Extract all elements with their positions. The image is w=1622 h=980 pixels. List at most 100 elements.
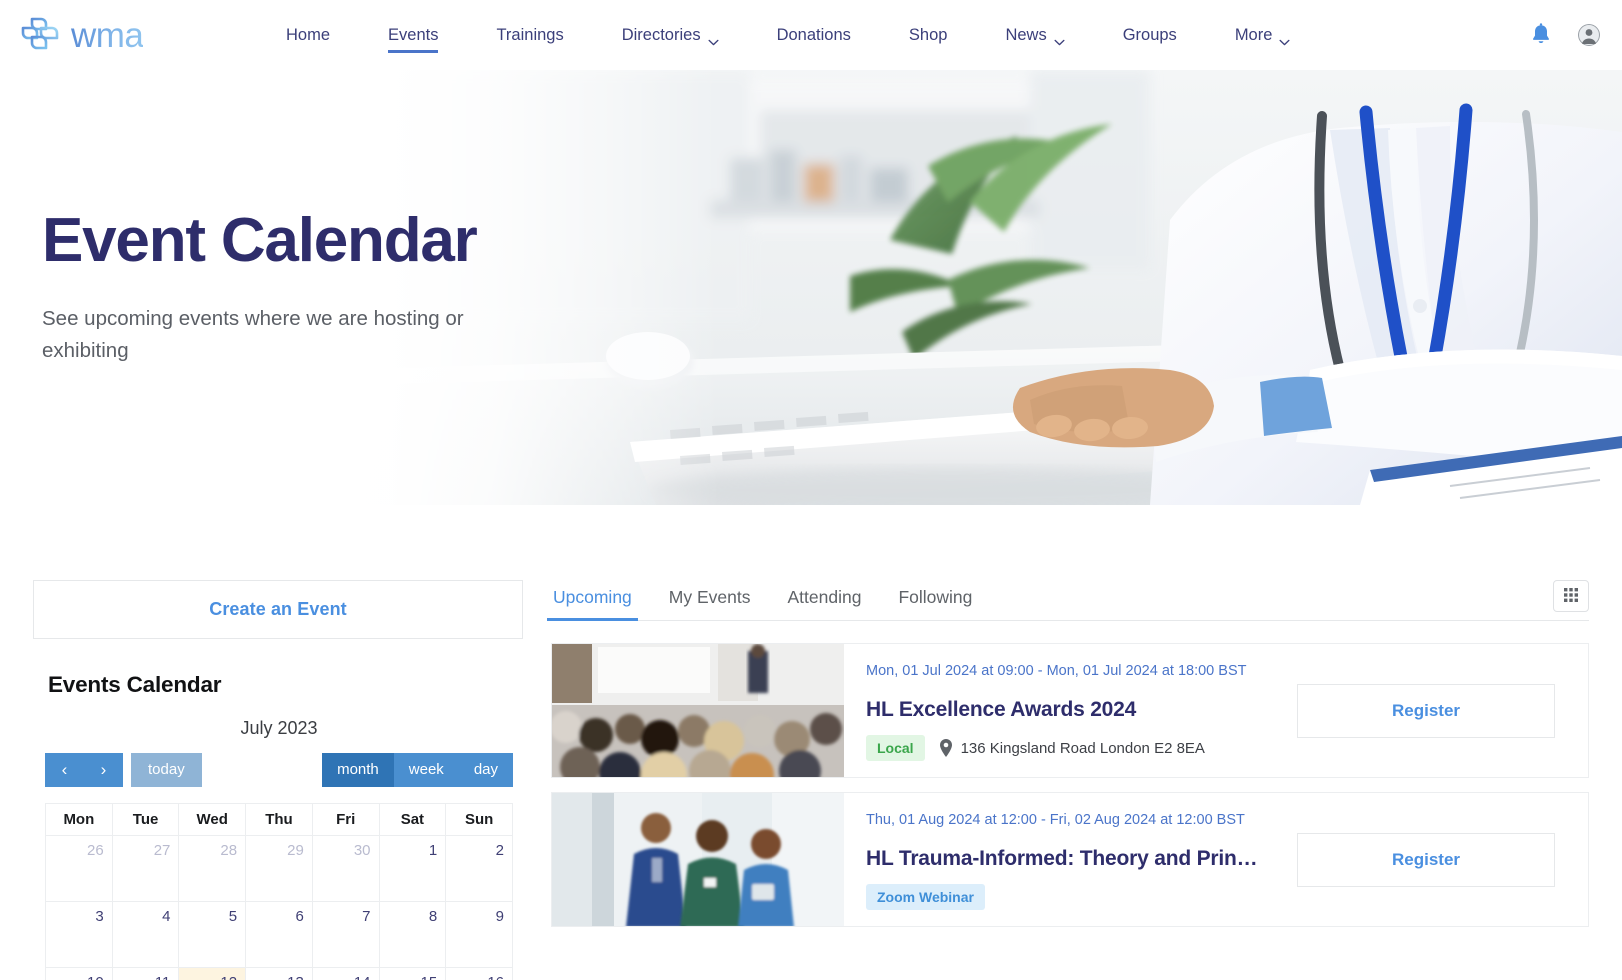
- event-card[interactable]: Mon, 01 Jul 2024 at 09:00 - Mon, 01 Jul …: [551, 643, 1589, 778]
- page-subtitle: See upcoming events where we are hosting…: [42, 306, 464, 363]
- medical-cross-logo-icon: [18, 15, 62, 55]
- calendar-next-button[interactable]: ›: [84, 753, 123, 787]
- calendar-week-row: 26 27 28 29 30 1 2: [45, 835, 513, 902]
- calendar-day-cell[interactable]: 14: [311, 967, 380, 980]
- calendar-weekday-header: Mon Tue Wed Thu Fri Sat Sun: [45, 803, 513, 836]
- nav-item-label: Donations: [776, 25, 851, 44]
- nav-item-directories[interactable]: Directories: [622, 20, 719, 51]
- hero-text-block: Event Calendar See upcoming events where…: [42, 206, 478, 368]
- calendar-view-month[interactable]: month: [322, 753, 394, 787]
- brand-logo[interactable]: wma: [18, 15, 268, 55]
- nav-item-events[interactable]: Events: [388, 20, 439, 53]
- event-title[interactable]: HL Excellence Awards 2024: [866, 698, 1277, 722]
- calendar-weekday: Sat: [378, 803, 447, 836]
- page-title: Event Calendar: [42, 206, 478, 275]
- event-badge: Zoom Webinar: [866, 884, 985, 910]
- event-badge: Local: [866, 735, 925, 761]
- bell-icon[interactable]: [1528, 21, 1554, 49]
- calendar-day-cell[interactable]: 26: [45, 835, 113, 902]
- calendar-nav-buttons: ‹ ›: [45, 753, 123, 787]
- calendar-day-cell[interactable]: 8: [378, 901, 447, 968]
- page-content: Create an Event Events Calendar July 202…: [0, 505, 1622, 980]
- nav-item-label: News: [1005, 25, 1047, 44]
- hero-banner: Event Calendar See upcoming events where…: [0, 70, 1622, 505]
- nav-item-label: Shop: [908, 25, 948, 44]
- nav-item-shop[interactable]: Shop: [909, 20, 948, 51]
- nav-item-more[interactable]: More: [1235, 20, 1291, 51]
- events-calendar-heading: Events Calendar: [48, 672, 222, 697]
- calendar-day-cell[interactable]: 10: [45, 967, 113, 980]
- nav-item-news[interactable]: News: [1005, 20, 1065, 51]
- calendar-day-cell[interactable]: 29: [245, 835, 313, 902]
- tab-upcoming[interactable]: Upcoming: [547, 581, 638, 621]
- calendar-day-cell[interactable]: 15: [378, 967, 447, 980]
- hero-image: [330, 70, 1622, 505]
- calendar-day-cell[interactable]: 5: [178, 901, 247, 968]
- top-navigation-bar: wma Home Events Trainings Directories Do…: [0, 0, 1622, 70]
- event-location: 136 Kingsland Road London E2 8EA: [939, 739, 1205, 757]
- calendar-day-cell[interactable]: 13: [245, 967, 313, 980]
- calendar-month-label: July 2023: [240, 718, 318, 738]
- calendar-grid: Mon Tue Wed Thu Fri Sat Sun 26 27 28 29: [45, 803, 513, 980]
- event-details: Mon, 01 Jul 2024 at 09:00 - Mon, 01 Jul …: [844, 644, 1277, 777]
- calendar-day-cell[interactable]: 4: [111, 901, 180, 968]
- calendar-day-cell[interactable]: 2: [445, 835, 513, 902]
- calendar-weekday: Thu: [245, 803, 313, 836]
- register-button[interactable]: Register: [1297, 683, 1555, 738]
- nav-item-label: More: [1234, 25, 1273, 44]
- events-tabs: Upcoming My Events Attending Following: [547, 580, 1589, 621]
- grid-view-toggle-button[interactable]: [1553, 580, 1589, 612]
- event-action: Register: [1277, 644, 1588, 777]
- event-card[interactable]: Thu, 01 Aug 2024 at 12:00 - Fri, 02 Aug …: [551, 792, 1589, 927]
- calendar-day-cell[interactable]: 3: [45, 901, 113, 968]
- tab-attending[interactable]: Attending: [786, 581, 864, 620]
- nav-item-label: Groups: [1122, 25, 1177, 44]
- grid-view-icon: [1564, 587, 1578, 605]
- register-button[interactable]: Register: [1297, 832, 1555, 887]
- chevron-down-icon: [1054, 32, 1065, 45]
- calendar-week-row: 3 4 5 6 7 8 9: [45, 901, 513, 968]
- nav-item-groups[interactable]: Groups: [1123, 20, 1177, 51]
- nav-item-trainings[interactable]: Trainings: [496, 20, 563, 51]
- calendar-day-cell[interactable]: 11: [111, 967, 180, 980]
- calendar-day-cell[interactable]: 7: [311, 901, 380, 968]
- create-event-button[interactable]: Create an Event: [33, 580, 523, 639]
- tab-following[interactable]: Following: [896, 581, 974, 620]
- user-avatar[interactable]: [1578, 24, 1600, 46]
- event-details: Thu, 01 Aug 2024 at 12:00 - Fri, 02 Aug …: [844, 793, 1277, 926]
- calendar-day-cell-today[interactable]: 12: [178, 967, 247, 980]
- calendar-day-cell[interactable]: 6: [245, 901, 313, 968]
- calendar-prev-button[interactable]: ‹: [45, 753, 84, 787]
- brand-name: wma: [71, 15, 144, 55]
- calendar-week-row: 10 11 12 13 14 15 16: [45, 967, 513, 980]
- event-action: Register: [1277, 793, 1588, 926]
- calendar-day-cell[interactable]: 16: [445, 967, 513, 980]
- calendar-day-cell[interactable]: 9: [445, 901, 513, 968]
- nav-item-donations[interactable]: Donations: [777, 20, 851, 51]
- calendar-widget: July 2023 ‹ › today month week day Mon T…: [45, 718, 513, 980]
- calendar-weekday: Fri: [311, 803, 380, 836]
- calendar-toolbar: ‹ › today month week day: [45, 753, 513, 787]
- calendar-today-button[interactable]: today: [131, 753, 202, 787]
- event-title[interactable]: HL Trauma-Informed: Theory and Prin…: [866, 847, 1277, 871]
- calendar-day-cell[interactable]: 30: [311, 835, 380, 902]
- nav-item-home[interactable]: Home: [286, 20, 330, 51]
- events-panel: Upcoming My Events Attending Following M…: [547, 580, 1589, 927]
- nav-item-label: Directories: [621, 25, 701, 44]
- nav-utility-actions: [1528, 21, 1600, 49]
- calendar-view-day[interactable]: day: [458, 753, 513, 787]
- event-meta: Zoom Webinar: [866, 884, 1277, 910]
- nav-item-label: Home: [286, 25, 331, 44]
- calendar-view-week[interactable]: week: [393, 753, 459, 787]
- calendar-weekday: Mon: [45, 803, 113, 836]
- event-thumbnail: [552, 644, 844, 777]
- calendar-view-switcher: month week day: [322, 753, 513, 787]
- nav-item-label: Events: [388, 25, 439, 44]
- calendar-day-cell[interactable]: 27: [111, 835, 180, 902]
- calendar-day-cell[interactable]: 28: [178, 835, 247, 902]
- calendar-day-cell[interactable]: 1: [378, 835, 447, 902]
- tab-my-events[interactable]: My Events: [667, 581, 753, 620]
- chevron-down-icon: [1279, 32, 1290, 45]
- event-date: Thu, 01 Aug 2024 at 12:00 - Fri, 02 Aug …: [866, 812, 1245, 828]
- nav-item-label: Trainings: [496, 25, 564, 44]
